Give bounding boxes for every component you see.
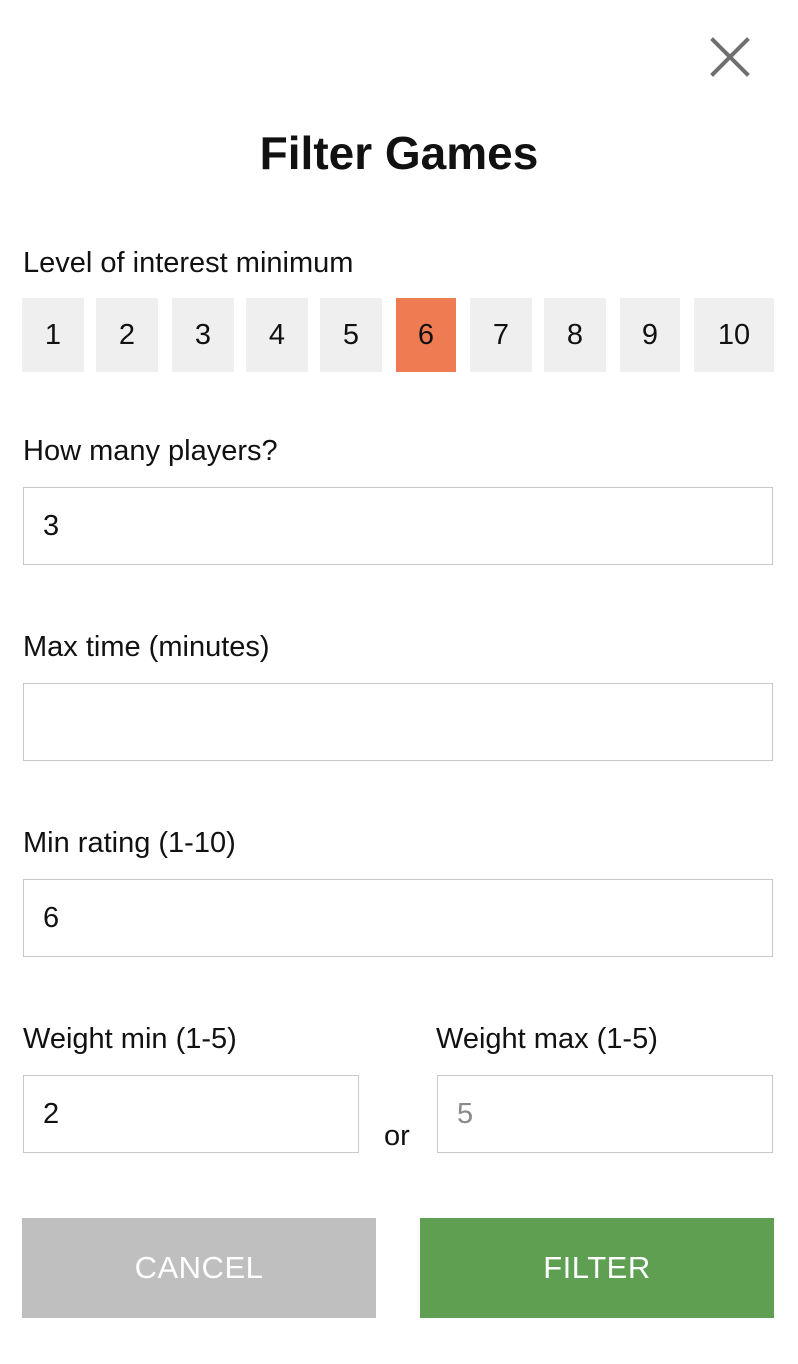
players-input[interactable] (23, 487, 773, 565)
interest-label: Level of interest minimum (23, 247, 354, 279)
close-button[interactable] (706, 33, 754, 81)
players-label: How many players? (23, 435, 278, 467)
weight-max-label: Weight max (1-5) (436, 1023, 658, 1055)
interest-option-4[interactable]: 4 (246, 298, 308, 372)
interest-option-6[interactable]: 6 (396, 298, 456, 372)
interest-option-9[interactable]: 9 (620, 298, 680, 372)
min-rating-label: Min rating (1-10) (23, 827, 236, 859)
interest-option-1[interactable]: 1 (22, 298, 84, 372)
min-rating-input[interactable] (23, 879, 773, 957)
max-time-label: Max time (minutes) (23, 631, 270, 663)
interest-option-3[interactable]: 3 (172, 298, 234, 372)
interest-option-10[interactable]: 10 (694, 298, 774, 372)
interest-option-7[interactable]: 7 (470, 298, 532, 372)
interest-option-5[interactable]: 5 (320, 298, 382, 372)
dialog-title: Filter Games (259, 127, 539, 179)
weight-min-label: Weight min (1-5) (23, 1023, 237, 1055)
cancel-button[interactable]: CANCEL (22, 1218, 376, 1318)
weight-min-input[interactable] (23, 1075, 359, 1153)
close-icon (710, 37, 750, 77)
max-time-input[interactable] (23, 683, 773, 761)
filter-button[interactable]: FILTER (420, 1218, 774, 1318)
interest-option-8[interactable]: 8 (544, 298, 606, 372)
weight-max-input[interactable] (437, 1075, 773, 1153)
interest-option-2[interactable]: 2 (96, 298, 158, 372)
interest-rating-selector: 1 2 3 4 5 6 7 8 9 10 (22, 298, 774, 372)
weight-separator: or (384, 1120, 410, 1152)
